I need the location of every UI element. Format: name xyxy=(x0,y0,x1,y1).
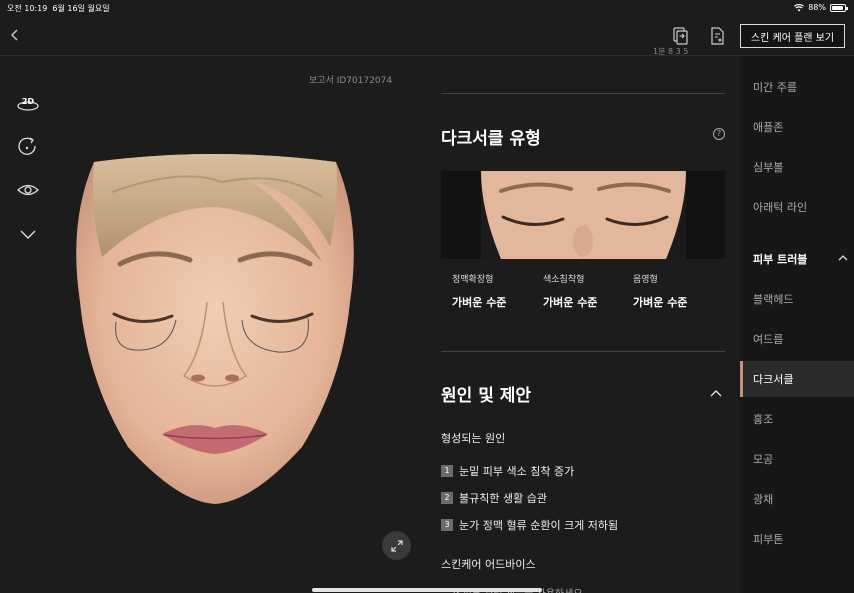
help-icon[interactable]: ? xyxy=(713,128,725,140)
causes-subtitle: 형성되는 원인 xyxy=(441,432,506,445)
previous-section-cut: 1분 8 3 5 xyxy=(653,47,689,56)
sidebar-item-redness[interactable]: 홍조 xyxy=(753,411,773,427)
cause-number: 2 xyxy=(441,492,453,504)
type-level: 가벼운 수준 xyxy=(452,296,507,309)
cause-text: 눈가 정맥 혈류 순환이 크게 저하됨 xyxy=(459,519,619,532)
status-right: 88% xyxy=(794,3,848,12)
2d-label: 2D xyxy=(22,97,35,106)
type-level: 가벼운 수준 xyxy=(543,296,598,309)
sidebar-item-glabella-wrinkle[interactable]: 미간 주름 xyxy=(753,79,797,95)
sidebar-item-jawline[interactable]: 아래턱 라인 xyxy=(753,199,807,215)
cause-number: 3 xyxy=(441,519,453,531)
eye-icon xyxy=(17,184,39,196)
cause-item: 3 눈가 정맥 혈류 순환이 크게 저하됨 xyxy=(441,517,618,533)
expand-icon xyxy=(390,539,403,552)
sidebar-item-blackhead[interactable]: 블랙헤드 xyxy=(753,291,793,307)
sidebar-group-skin-trouble[interactable]: 피부 트러블 xyxy=(753,251,807,267)
more-tools-button[interactable] xyxy=(16,222,40,246)
back-chevron-icon[interactable] xyxy=(6,26,24,44)
face-scan-image xyxy=(76,154,354,504)
cause-number: 1 xyxy=(441,465,453,477)
status-bar: 오전 10:19 6월 16일 월요일 88% xyxy=(0,0,854,16)
type-shadow: 음영형 가벼운 수준 xyxy=(633,272,687,310)
cause-text: 불규칙한 생활 습관 xyxy=(459,492,547,505)
battery-icon xyxy=(830,3,848,12)
sidebar-item-pores[interactable]: 모공 xyxy=(753,451,773,467)
category-sidebar: 미간 주름 애플존 심부볼 아래턱 라인 피부 트러블 블랙헤드 여드름 다크서… xyxy=(740,56,854,593)
type-label: 색소침착형 xyxy=(543,275,585,285)
sidebar-item-radiance[interactable]: 광채 xyxy=(753,491,773,507)
view-2d-toggle[interactable]: 2D xyxy=(16,92,40,116)
type-vascular: 정맥확장형 가벼운 수준 xyxy=(452,272,506,310)
chevron-down-icon xyxy=(20,230,36,239)
skincare-plan-button[interactable]: 스킨 케어 플랜 보기 xyxy=(740,24,845,48)
type-label: 정맥확장형 xyxy=(452,275,494,285)
skincare-advice-title: 스킨케어 어드바이스 xyxy=(441,558,536,571)
sidebar-item-skin-tone[interactable]: 피부톤 xyxy=(753,531,783,547)
rotate-face-button[interactable] xyxy=(16,135,40,159)
sidebar-item-apple-zone[interactable]: 애플존 xyxy=(753,119,783,135)
battery-percent: 88% xyxy=(808,3,826,12)
wifi-icon xyxy=(794,3,805,11)
type-pigmented: 색소침착형 가벼운 수준 xyxy=(543,272,597,310)
type-label: 음영형 xyxy=(633,275,658,285)
compare-report-icon[interactable] xyxy=(670,26,690,46)
causes-title: 원인 및 제안 xyxy=(441,386,532,406)
cause-item: 2 불규칙한 생활 습관 xyxy=(441,490,547,506)
top-bar: 스킨 케어 플랜 보기 xyxy=(0,16,854,56)
sidebar-item-acne[interactable]: 여드름 xyxy=(753,331,783,347)
dark-circle-type-title: 다크서클 유형 xyxy=(441,129,541,149)
eye-area-image xyxy=(441,171,725,259)
cause-item: 1 눈밑 피부 색소 침착 증가 xyxy=(441,463,574,479)
download-report-icon[interactable] xyxy=(707,26,727,46)
cause-text: 눈밑 피부 색소 침착 증가 xyxy=(459,465,575,478)
collapse-chevron-up-icon[interactable] xyxy=(708,385,724,401)
type-level: 가벼운 수준 xyxy=(633,296,688,309)
group-chevron-up-icon[interactable] xyxy=(837,252,849,264)
2d-view-icon: 2D xyxy=(17,97,39,111)
section-divider xyxy=(441,93,725,94)
rotate-face-icon xyxy=(18,137,36,155)
sidebar-item-label: 다크서클 xyxy=(753,373,794,386)
report-id: 보고서 ID70172074 xyxy=(309,76,393,86)
section-divider xyxy=(441,351,725,352)
status-time: 오전 10:19 6월 16일 월요일 xyxy=(7,4,110,13)
home-indicator[interactable] xyxy=(312,588,542,592)
expand-view-button[interactable] xyxy=(382,531,411,560)
sidebar-item-deep-cheek[interactable]: 심부볼 xyxy=(753,159,783,175)
toggle-overlay-button[interactable] xyxy=(16,178,40,202)
sidebar-item-dark-circle[interactable]: 다크서클 xyxy=(740,361,854,397)
